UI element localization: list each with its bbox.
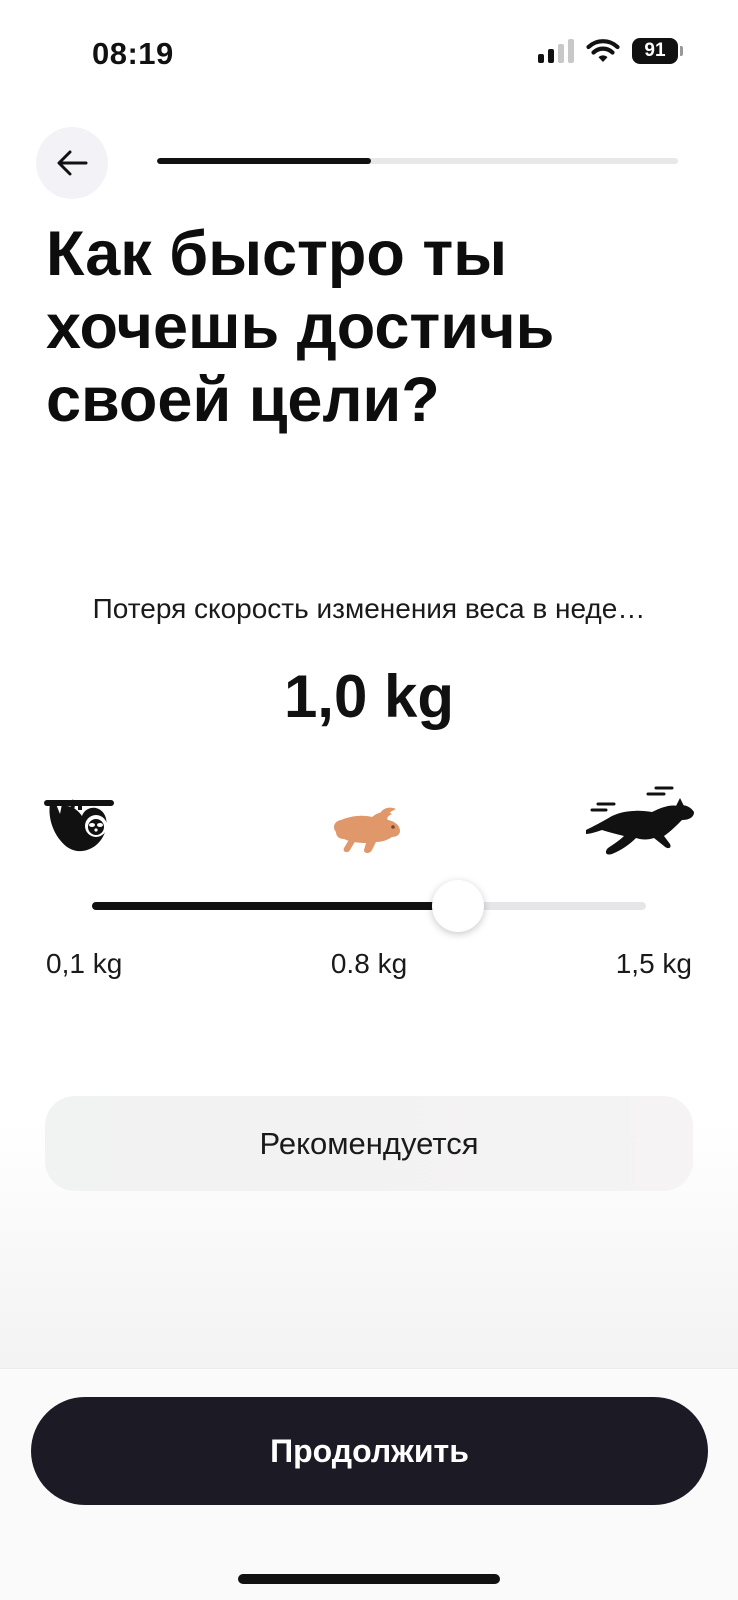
panther-icon (586, 786, 694, 855)
home-indicator (238, 1574, 500, 1584)
weight-rate-slider[interactable] (92, 880, 646, 932)
screen: 08:19 91 Как быстро ты хочешь достичь св… (0, 0, 738, 1600)
status-time: 08:19 (92, 36, 174, 71)
progress-bar (157, 158, 678, 164)
wifi-icon (586, 39, 620, 62)
slider-fill (92, 902, 458, 910)
arrow-left-icon (57, 150, 88, 176)
sloth-icon (44, 799, 114, 852)
slider-max-label: 1,5 kg (615, 948, 692, 979)
continue-button[interactable]: Продолжить (31, 1397, 708, 1505)
back-button[interactable] (36, 127, 108, 199)
status-icons: 91 (538, 38, 683, 64)
rabbit-icon (333, 807, 400, 853)
battery-icon: 91 (632, 38, 683, 64)
rate-subtitle: Потеря скорость изменения веса в неде… (92, 593, 646, 624)
progress-fill (157, 158, 371, 164)
page-title: Как быстро ты хочешь достичь своей цели? (46, 219, 555, 435)
recommended-badge: Рекомендуется (45, 1096, 693, 1191)
slider-thumb[interactable] (431, 880, 484, 932)
selected-value: 1,0 kg (283, 663, 455, 730)
signal-icon (538, 39, 574, 63)
